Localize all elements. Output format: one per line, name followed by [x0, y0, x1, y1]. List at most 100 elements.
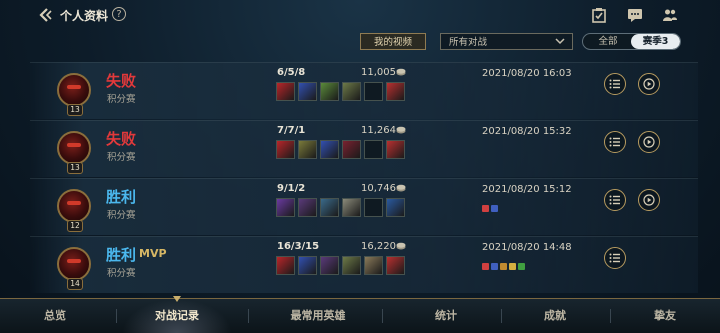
tab-divider	[501, 309, 502, 323]
match-detail-button[interactable]	[604, 189, 626, 211]
match-row[interactable]: 14 胜利 MVP 积分赛 16/3/15 16,220 2021/08/20 14:48	[30, 236, 698, 293]
match-result: 失败	[106, 130, 137, 148]
play-icon	[643, 136, 655, 148]
chevron-down-icon	[555, 38, 565, 45]
item-slot[interactable]	[364, 256, 383, 275]
champion-level-badge: 13	[67, 104, 83, 116]
friends-icon[interactable]	[662, 7, 678, 23]
match-time: 2021/08/20 15:32	[482, 126, 572, 137]
tab-match-history[interactable]: 对战记录	[132, 299, 222, 333]
achievement-badge-icon	[482, 205, 489, 212]
item-slot[interactable]	[320, 82, 339, 101]
champion-level-badge: 13	[67, 162, 83, 174]
queue-type: 积分赛	[107, 152, 136, 163]
kda-text: 9/1/2	[277, 183, 306, 194]
item-slot[interactable]	[276, 140, 295, 159]
list-icon	[609, 137, 620, 147]
my-videos-button[interactable]: 我的视频	[360, 33, 426, 50]
tab-achievements[interactable]: 成就	[525, 299, 585, 333]
match-time: 2021/08/20 14:48	[482, 242, 572, 253]
match-detail-button[interactable]	[604, 247, 626, 269]
achievement-badge-icon	[509, 263, 516, 270]
avatar-visor	[67, 201, 81, 205]
match-row[interactable]: 12 胜利 积分赛 9/1/2 10,746 2021/08/20 15:12	[30, 178, 698, 235]
replay-button[interactable]	[638, 73, 660, 95]
bottom-tab-bar: 总览 对战记录 最常用英雄 统计 成就 挚友	[0, 296, 720, 333]
header-bar: 个人资料 ?	[0, 0, 720, 30]
gold-amount: 16,220	[361, 241, 396, 252]
champion-avatar	[57, 189, 91, 223]
replay-button[interactable]	[638, 189, 660, 211]
page-title: 个人资料	[60, 9, 109, 23]
champion-level-badge: 12	[67, 220, 83, 232]
match-mode-value: 所有对战	[449, 37, 488, 48]
achievement-badge-icon	[491, 263, 498, 270]
item-slot[interactable]	[342, 256, 361, 275]
item-slot[interactable]	[298, 140, 317, 159]
item-slot[interactable]	[342, 198, 361, 217]
empty-item-slot[interactable]	[364, 82, 383, 101]
list-icon	[609, 79, 620, 89]
back-icon[interactable]	[38, 8, 54, 22]
tab-top-champions[interactable]: 最常用英雄	[268, 299, 368, 333]
achievement-badge-icon	[491, 205, 498, 212]
queue-type: 积分赛	[107, 94, 136, 105]
filter-season-button[interactable]: 赛季3	[631, 34, 680, 49]
match-detail-button[interactable]	[604, 131, 626, 153]
champion-level-badge: 14	[67, 278, 83, 290]
match-row[interactable]: 13 失败 积分赛 6/5/8 11,005 2021/08/20 16:03	[30, 62, 698, 119]
item-slot[interactable]	[276, 198, 295, 217]
item-slot[interactable]	[276, 256, 295, 275]
tab-stats[interactable]: 统计	[416, 299, 476, 333]
tab-divider	[382, 309, 383, 323]
item-slot[interactable]	[276, 82, 295, 101]
help-icon[interactable]: ?	[112, 7, 126, 21]
item-slot[interactable]	[320, 140, 339, 159]
gold-coin-icon	[396, 184, 406, 192]
item-slot[interactable]	[298, 82, 317, 101]
champion-avatar	[57, 131, 91, 165]
replay-button[interactable]	[638, 131, 660, 153]
item-slot[interactable]	[386, 140, 405, 159]
achievement-badge-icon	[500, 263, 507, 270]
task-check-icon[interactable]	[591, 7, 607, 23]
avatar-visor	[67, 143, 81, 147]
tab-divider	[248, 309, 249, 323]
gold-amount: 11,264	[361, 125, 396, 136]
item-slot[interactable]	[320, 256, 339, 275]
avatar-visor	[67, 259, 81, 263]
play-icon	[643, 194, 655, 206]
item-slot[interactable]	[386, 82, 405, 101]
avatar-visor	[67, 85, 81, 89]
tab-overview[interactable]: 总览	[25, 299, 85, 333]
tab-divider	[116, 309, 117, 323]
queue-type: 积分赛	[107, 268, 136, 279]
match-result: 胜利	[106, 246, 137, 264]
filter-all-button[interactable]: 全部	[583, 34, 633, 49]
match-row[interactable]: 13 失败积分赛 7/7/1 11,264 2021/08/20 15:32	[30, 120, 698, 177]
play-icon	[643, 78, 655, 90]
match-detail-button[interactable]	[604, 73, 626, 95]
item-slot[interactable]	[320, 198, 339, 217]
item-slot[interactable]	[342, 82, 361, 101]
match-mode-select[interactable]: 所有对战	[440, 33, 573, 50]
kda-text: 6/5/8	[277, 67, 306, 78]
tab-best-friends[interactable]: 挚友	[635, 299, 695, 333]
achievement-badge-icon	[482, 263, 489, 270]
gold-coin-icon	[396, 68, 406, 76]
empty-item-slot[interactable]	[364, 140, 383, 159]
item-slot[interactable]	[342, 140, 361, 159]
item-slot[interactable]	[386, 198, 405, 217]
chat-icon[interactable]	[627, 7, 643, 23]
item-slot[interactable]	[386, 256, 405, 275]
kda-text: 7/7/1	[277, 125, 306, 136]
champion-avatar	[57, 73, 91, 107]
item-slot[interactable]	[298, 198, 317, 217]
empty-item-slot[interactable]	[364, 198, 383, 217]
gold-coin-icon	[396, 242, 406, 250]
achievement-badge-icon	[518, 263, 525, 270]
list-icon	[609, 253, 620, 263]
item-slot[interactable]	[298, 256, 317, 275]
match-result: 胜利	[106, 188, 137, 206]
queue-type: 积分赛	[107, 210, 136, 221]
